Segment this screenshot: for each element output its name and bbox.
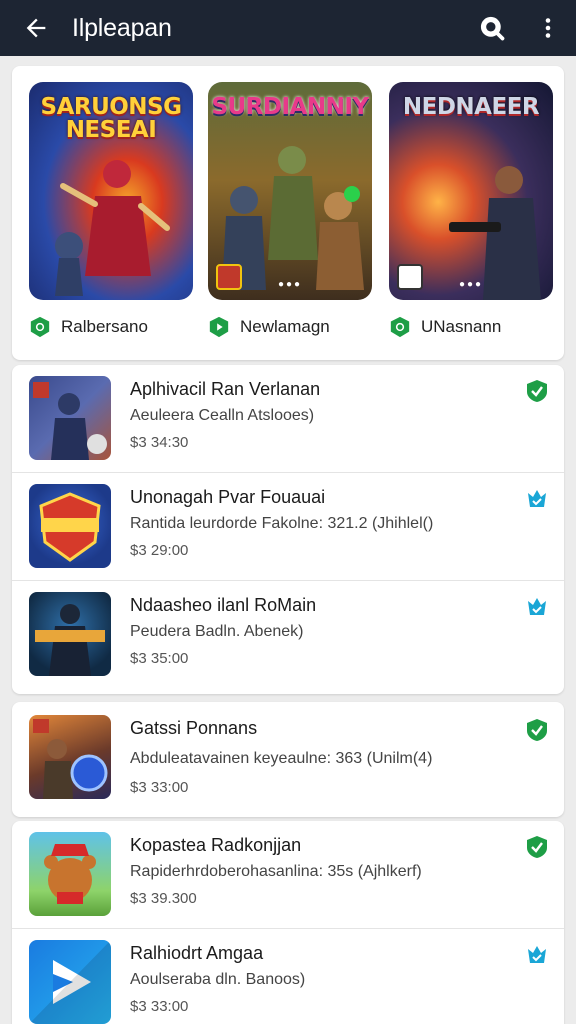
featured-carousel: SARUONSG NESEAI Ralbersano SURDIANNIY ●●… <box>12 66 564 360</box>
featured-game-name: UNasnann <box>421 317 502 336</box>
app-name: Ndaasheo ilanl RoMain <box>130 595 317 615</box>
award-badge-icon <box>528 490 546 507</box>
list-item[interactable]: Gatssi Ponnans Abduleatavainen keyeaulne… <box>12 702 564 817</box>
app-description: Rapiderhrdoberohasanlina: 35s (Ajhlkerf) <box>130 863 422 880</box>
list-item[interactable]: Ralhiodrt Amgaa Aoulseraba dln. Banoos) … <box>12 929 564 1024</box>
app-description: Aeuleera Cealln Atslooes) <box>130 407 315 424</box>
featured-game-name: Ralbersano <box>61 317 148 336</box>
app-price: $3 39.300 <box>130 890 197 907</box>
search-button[interactable] <box>464 0 520 56</box>
app-list: Kopastea Radkonjjan Rapiderhrdoberohasan… <box>12 821 564 1024</box>
verified-shield-icon <box>390 316 410 338</box>
more-options-button[interactable] <box>520 0 576 56</box>
game-cover-art: SARUONSG NESEAI <box>29 82 193 300</box>
list-item[interactable]: Ndaasheo ilanl RoMain Peudera Badln. Abe… <box>12 581 564 689</box>
more-vertical-icon <box>545 18 551 38</box>
verified-shield-icon <box>527 836 547 858</box>
verified-shield-icon <box>527 719 547 741</box>
carousel-dots: ●●● <box>458 279 484 290</box>
list-item[interactable]: Unonagah Pvar Fouauai Rantida leurdorde … <box>12 473 564 581</box>
featured-game-name: Newlamagn <box>240 317 330 336</box>
list-item[interactable]: Aplhivacil Ran Verlanan Aeuleera Cealln … <box>12 365 564 473</box>
game-logo-art: NEDNAEER <box>402 94 540 120</box>
list-item[interactable]: Kopastea Radkonjjan Rapiderhrdoberohasan… <box>12 821 564 929</box>
app-name: Kopastea Radkonjjan <box>130 835 302 855</box>
award-badge-icon <box>528 598 546 615</box>
app-price: $3 35:00 <box>130 650 189 667</box>
gunner-art <box>449 166 541 300</box>
app-thumbnail <box>29 832 111 916</box>
app-name: Unonagah Pvar Fouauai <box>130 487 326 507</box>
app-bar: Ilpleapan <box>0 0 576 56</box>
award-badge-icon <box>528 946 546 963</box>
app-price: $3 33:00 <box>130 998 189 1015</box>
game-logo-art: SARUONSG NESEAI <box>40 94 183 143</box>
hero-figure-art <box>55 160 170 296</box>
carousel-dots: ●●● <box>277 279 303 290</box>
featured-item[interactable]: NEDNAEER ●●● UNasnann <box>389 82 553 338</box>
featured-item[interactable]: SARUONSG NESEAI Ralbersano <box>29 82 193 338</box>
game-cover-art: NEDNAEER ●●● <box>389 82 553 300</box>
app-thumbnail <box>29 940 111 1024</box>
app-description: Abduleatavainen keyeaulne: 363 (Unilm(4) <box>130 750 433 767</box>
app-description: Peudera Badln. Abenek) <box>130 623 304 640</box>
game-logo-art: SURDIANNIY <box>211 94 369 120</box>
page-title: Ilpleapan <box>72 13 172 42</box>
game-cover-art: SURDIANNIY ●●● <box>208 82 372 300</box>
app-list: Gatssi Ponnans Abduleatavainen keyeaulne… <box>12 702 564 817</box>
app-list: Aplhivacil Ran Verlanan Aeuleera Cealln … <box>12 365 564 694</box>
verified-shield-icon <box>30 316 50 338</box>
app-thumbnail <box>29 484 111 568</box>
app-price: $3 33:00 <box>130 779 189 796</box>
play-shield-icon <box>209 316 229 338</box>
app-name: Aplhivacil Ran Verlanan <box>130 379 321 399</box>
app-thumbnail <box>29 376 111 460</box>
app-description: Aoulseraba dln. Banoos) <box>130 971 306 988</box>
app-thumbnail <box>29 592 111 676</box>
app-name: Gatssi Ponnans <box>130 718 258 738</box>
back-button[interactable] <box>0 0 72 56</box>
arrow-left-icon <box>26 18 46 38</box>
app-price: $3 29:00 <box>130 542 189 559</box>
app-thumbnail <box>29 715 111 799</box>
verified-shield-icon <box>527 380 547 402</box>
app-price: $3 34:30 <box>130 434 189 451</box>
app-description: Rantida leurdorde Fakolne: 321.2 (Jhihle… <box>130 515 434 532</box>
search-icon <box>480 16 505 41</box>
app-name: Ralhiodrt Amgaa <box>130 943 264 963</box>
featured-item[interactable]: SURDIANNIY ●●● Newlamagn <box>208 82 372 338</box>
